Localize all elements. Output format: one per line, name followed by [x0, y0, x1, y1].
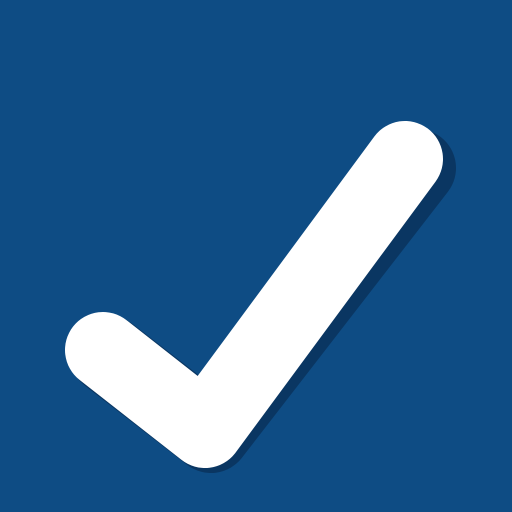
checkmark-icon [65, 121, 456, 473]
app-icon-tile [0, 0, 512, 512]
